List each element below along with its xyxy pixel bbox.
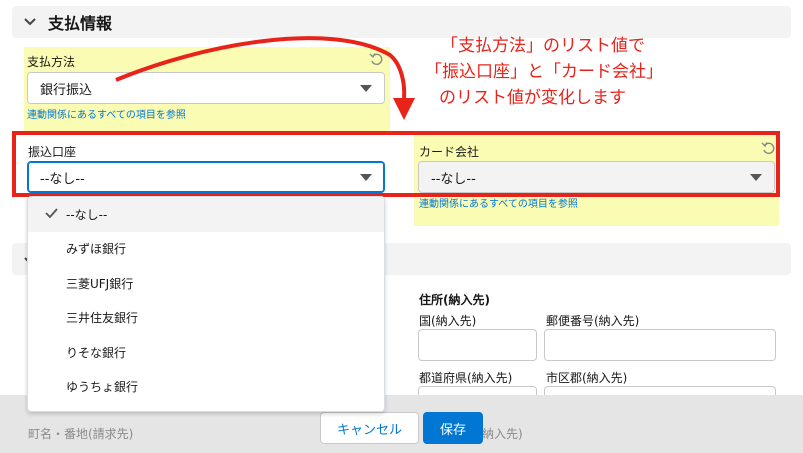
address-heading: 住所(納入先) xyxy=(419,293,490,307)
bank-account-dropdown: --なし-- みずほ銀行 三菱UFJ銀行 三井住友銀行 りそな銀行 ゆうちょ銀行 xyxy=(27,196,385,412)
dropdown-option-label: りそな銀行 xyxy=(66,345,127,360)
postal-input[interactable] xyxy=(544,329,776,361)
partial-label: 納入先) xyxy=(482,427,523,441)
street-billing-label: 町名・番地(請求先) xyxy=(28,427,134,441)
prefecture-label: 都道府県(納入先) xyxy=(419,371,513,385)
dropdown-option[interactable]: 三井住友銀行 xyxy=(28,301,384,336)
dropdown-option[interactable]: りそな銀行 xyxy=(28,335,384,370)
country-input[interactable] xyxy=(418,329,537,361)
dropdown-option[interactable]: ゆうちょ銀行 xyxy=(28,370,384,405)
postal-label: 郵便番号(納入先) xyxy=(546,314,640,328)
dropdown-option[interactable]: みずほ銀行 xyxy=(28,232,384,267)
dropdown-option-label: 三井住友銀行 xyxy=(66,311,139,326)
dropdown-option-label: --なし-- xyxy=(66,207,108,222)
city-label: 市区郡(納入先) xyxy=(546,371,628,385)
check-icon xyxy=(28,207,66,222)
dropdown-option-label: ゆうちょ銀行 xyxy=(66,380,139,395)
country-label: 国(納入先) xyxy=(419,314,477,328)
dropdown-option-label: みずほ銀行 xyxy=(66,242,127,257)
cancel-button[interactable]: キャンセル xyxy=(320,412,419,444)
dropdown-option[interactable]: --なし-- xyxy=(28,197,384,232)
dropdown-option-label: 三菱UFJ銀行 xyxy=(66,276,134,291)
save-button[interactable]: 保存 xyxy=(423,412,483,444)
dropdown-option[interactable]: 三菱UFJ銀行 xyxy=(28,266,384,301)
